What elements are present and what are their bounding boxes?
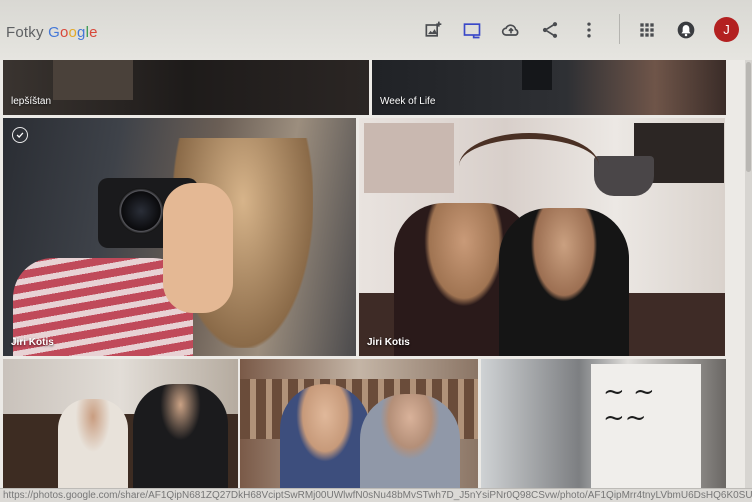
status-url: https://photos.google.com/share/AF1QipN6… [0,488,752,502]
album-caption: Week of Life [380,96,436,107]
photo-grid: lepšíštan Week of Life Jiri Kotis Jiri K… [0,60,752,501]
photo-content [364,123,454,193]
brand-letter: o [68,24,78,41]
wall-lettering: ~ ~ ~~ [603,377,655,433]
toolbar-divider [619,14,620,44]
photo-tile[interactable] [240,359,478,488]
photo-tile[interactable]: Week of Life [372,60,726,115]
photo-tile[interactable]: ~ ~ ~~ [481,359,726,488]
photo-tile[interactable]: Jiri Kotis [359,118,725,356]
brand-letter: g [77,24,86,41]
photo-tile[interactable]: lepšíštan [3,60,369,115]
brand-prefix: Fotky [6,24,44,41]
album-caption: lepšíštan [11,96,52,107]
app-header: Fotky Google J [0,0,752,61]
brand-letter: G [48,24,60,41]
photo-content [499,208,629,356]
share-icon[interactable] [538,18,562,42]
notifications-icon[interactable] [674,18,698,42]
select-check-icon[interactable] [12,127,28,143]
photo-content [163,183,233,313]
photo-content [118,188,164,234]
photo-content [58,399,128,488]
add-photo-icon[interactable] [421,18,445,42]
photo-caption: Jiri Kotis [11,337,54,348]
photo-content [459,133,599,199]
slideshow-icon[interactable] [460,18,484,42]
scrollbar-thumb[interactable] [746,62,751,172]
upload-icon[interactable] [499,18,523,42]
photo-tile[interactable]: Jiri Kotis [3,118,356,356]
photo-content [280,384,370,488]
photo-content [133,384,228,488]
more-vert-icon[interactable] [577,18,601,42]
app-logo[interactable]: Fotky Google [6,24,98,41]
photo-caption: Jiri Kotis [367,337,410,348]
apps-grid-icon[interactable] [635,18,659,42]
photo-content [360,394,460,488]
brand-letter: e [89,24,98,41]
photo-content [594,156,654,196]
avatar-letter: J [723,22,730,37]
photo-content [522,60,552,90]
avatar[interactable]: J [714,17,739,42]
photo-tile[interactable] [3,359,238,488]
photo-content [53,60,133,100]
